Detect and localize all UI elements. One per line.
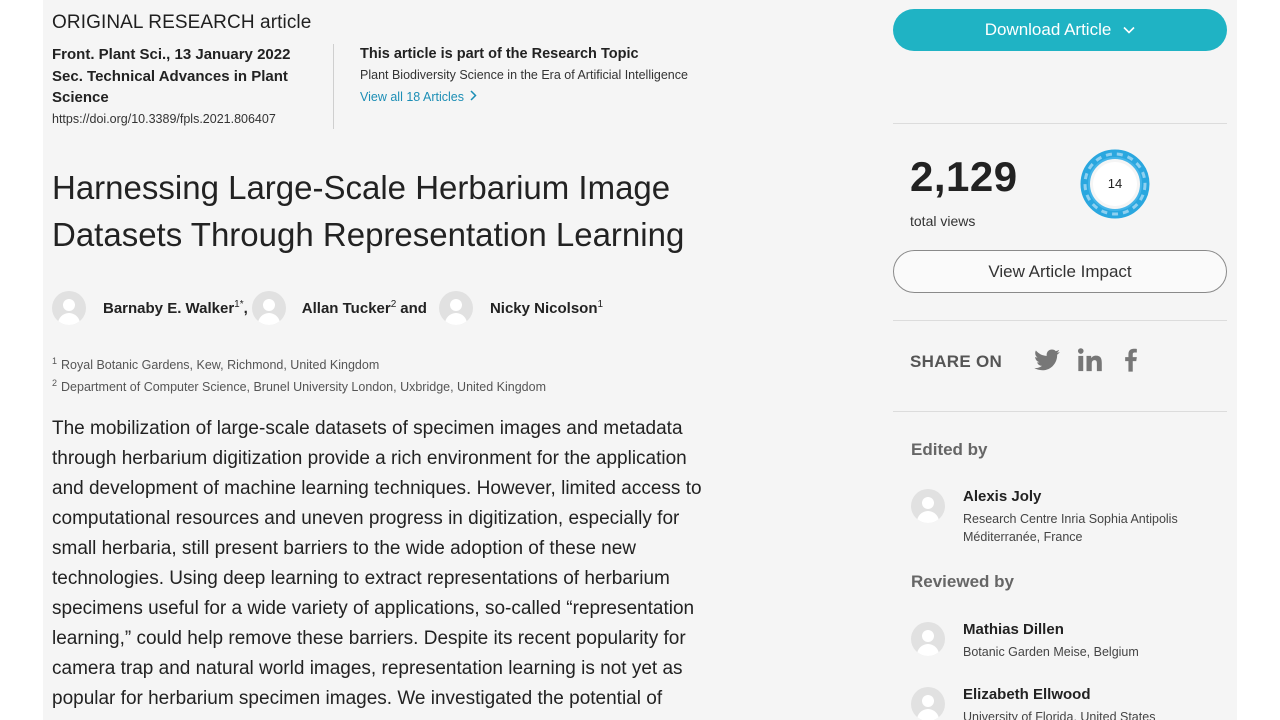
avatar — [911, 622, 945, 656]
altmetric-score: 14 — [1107, 176, 1123, 191]
reviewer-item[interactable]: Elizabeth Ellwood University of Florida,… — [911, 685, 1203, 720]
editor-name: Alexis Joly — [963, 488, 1042, 505]
chevron-right-icon — [470, 90, 477, 104]
download-article-button[interactable]: Download Article — [893, 9, 1227, 51]
abstract-line: popular for herbarium specimen images. W… — [52, 688, 663, 709]
avatar — [251, 291, 286, 325]
download-article-label: Download Article — [984, 20, 1112, 39]
reviewer-affiliation: University of Florida, United States — [963, 710, 1156, 720]
meta-divider — [333, 44, 334, 129]
publication-meta: Front. Plant Sci., 13 January 2022 Sec. … — [52, 44, 312, 126]
doi-link[interactable]: https://doi.org/10.3389/fpls.2021.806407 — [52, 112, 312, 126]
author-name: Allan Tucker2 — [301, 299, 397, 317]
article-page: ORIGINAL RESEARCH article Front. Plant S… — [43, 0, 1237, 720]
article-title-line-1: Harnessing Large-Scale Herbarium Image — [52, 169, 671, 206]
editor-affiliation: Research Centre Inria Sophia Antipolis M… — [963, 512, 1178, 544]
sidebar-divider — [893, 123, 1227, 124]
abstract-line: through herbarium digitization provide a… — [52, 448, 687, 469]
author-name: Nicky Nicolson1 — [489, 299, 604, 317]
editor-item[interactable]: Alexis Joly Research Centre Inria Sophia… — [911, 487, 1203, 546]
reviewed-by-label: Reviewed by — [911, 572, 1014, 591]
abstract-line: The mobilization of large-scale datasets… — [52, 418, 683, 439]
research-topic-heading: This article is part of the Research Top… — [360, 46, 639, 62]
section-line-continued: Science — [52, 89, 109, 106]
article-title-line-2: Datasets Through Representation Learning — [52, 216, 685, 253]
view-all-articles-label: View all 18 Articles — [360, 90, 464, 104]
abstract-line: specimens useful for a wide variety of a… — [52, 598, 695, 619]
journal-line: Front. Plant Sci., 13 January 2022 — [52, 46, 291, 63]
abstract-line: small herbaria, still present barriers t… — [52, 538, 637, 559]
total-views-label: total views — [910, 213, 976, 229]
twitter-icon[interactable] — [1033, 346, 1061, 374]
author-name: Barnaby E. Walker1* — [103, 299, 244, 317]
article-type-label: ORIGINAL RESEARCH article — [52, 12, 312, 33]
avatar — [52, 291, 86, 325]
total-views-count: 2,129 — [910, 153, 1018, 200]
affiliation-item: 2 Department of Computer Science, Brunel … — [52, 378, 546, 395]
article-title: Harnessing Large-Scale Herbarium Image D… — [52, 164, 772, 258]
linkedin-icon[interactable] — [1076, 346, 1104, 374]
author-separator: , — [243, 299, 248, 317]
abstract-line: technologies. Using deep learning to ext… — [52, 568, 670, 589]
abstract-line: and development of machine learning tech… — [52, 478, 702, 499]
author-item[interactable]: Allan Tucker2 — [251, 291, 397, 325]
avatar — [911, 687, 945, 720]
avatar — [911, 489, 945, 523]
abstract-text: The mobilization of large-scale datasets… — [52, 414, 752, 714]
edited-by-label: Edited by — [911, 440, 988, 459]
research-topic-box: This article is part of the Research Top… — [360, 44, 780, 106]
view-all-articles-link[interactable]: View all 18 Articles — [360, 90, 477, 104]
reviewer-item[interactable]: Mathias Dillen Botanic Garden Meise, Bel… — [911, 620, 1203, 661]
facebook-icon[interactable] — [1117, 346, 1145, 374]
sidebar-divider — [893, 320, 1227, 321]
reviewer-affiliation: Botanic Garden Meise, Belgium — [963, 645, 1139, 659]
avatar — [438, 291, 473, 325]
abstract-line: camera trap and natural world images, re… — [52, 658, 683, 679]
abstract-line: computational resources and uneven progr… — [52, 508, 680, 529]
altmetric-badge[interactable]: 14 — [1080, 149, 1150, 219]
author-item[interactable]: Barnaby E. Walker1* — [52, 291, 244, 325]
section-line: Sec. Technical Advances in Plant — [52, 67, 288, 85]
share-on-label: SHARE ON — [910, 352, 1003, 371]
research-topic-name[interactable]: Plant Biodiversity Science in the Era of… — [360, 68, 780, 82]
reviewer-name: Elizabeth Ellwood — [963, 686, 1091, 703]
chevron-down-icon — [1123, 22, 1135, 37]
affiliation-item: 1 Royal Botanic Gardens, Kew, Richmond, U… — [52, 356, 380, 373]
affiliations: 1 Royal Botanic Gardens, Kew, Richmond, U… — [52, 352, 546, 396]
author-list: Barnaby E. Walker1* , Allan Tucker2 and … — [52, 291, 603, 325]
abstract-line: learning,” could help remove these barri… — [52, 628, 686, 649]
sidebar-divider — [893, 411, 1227, 412]
view-article-impact-button[interactable]: View Article Impact — [893, 250, 1227, 293]
reviewer-name: Mathias Dillen — [963, 621, 1064, 638]
author-item[interactable]: Nicky Nicolson1 — [438, 291, 604, 325]
author-separator: and — [400, 299, 427, 317]
